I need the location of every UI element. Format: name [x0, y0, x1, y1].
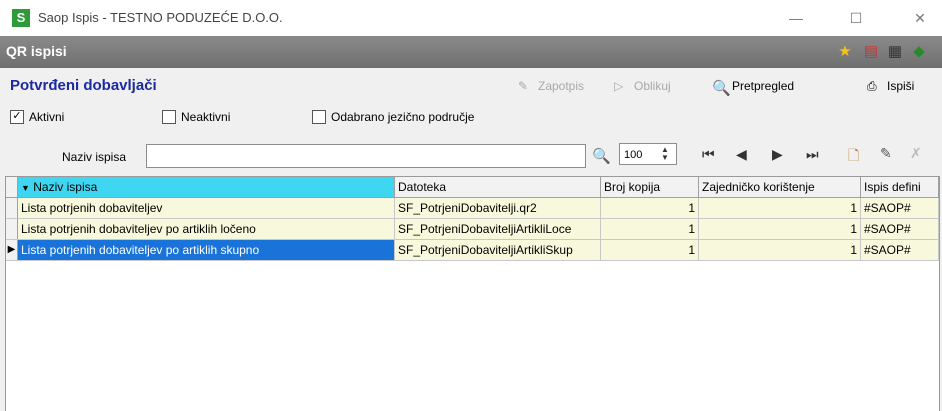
cell-name: Lista potrjenih dobaviteljev po artiklih… — [18, 219, 395, 239]
print-preview-icon: 🔍 — [712, 80, 731, 97]
new-record-icon[interactable]: 🗋 — [848, 145, 866, 163]
preview-button[interactable]: 🔍 Pretpregled — [712, 79, 795, 97]
sign-label: Zapotpis — [538, 79, 585, 93]
cell-name: Lista potrjenih dobaviteljev po artiklih… — [18, 240, 395, 260]
cell-shared: 1 — [699, 240, 861, 260]
cell-definition: #SAOP# — [861, 240, 939, 260]
row-indicator — [6, 198, 18, 218]
maximize-icon[interactable]: ☐ — [836, 6, 876, 30]
module-header: QR ispisi ★ ▤ ▦ ◆ — [0, 36, 942, 68]
cell-name: Lista potrjenih dobaviteljev — [18, 198, 395, 218]
table-row[interactable]: Lista potrjenih dobaviteljev SF_Potrjeni… — [6, 198, 939, 219]
language-label: Odabrano jezično područje — [331, 110, 475, 124]
cell-copies: 1 — [601, 240, 699, 260]
document-icon[interactable]: ▤ — [862, 43, 880, 61]
language-checkbox-box[interactable] — [312, 110, 326, 124]
column-header-shared[interactable]: Zajedničko korištenje — [699, 177, 861, 197]
sort-desc-icon: ▼ — [21, 183, 30, 193]
search-label: Naziv ispisa — [62, 150, 127, 164]
search-icon[interactable]: 🔍 — [592, 147, 611, 165]
minimize-icon[interactable]: — — [776, 6, 816, 30]
row-indicator — [6, 219, 18, 239]
inactive-label: Neaktivni — [181, 110, 231, 124]
section-title: Potvrđeni dobavljači — [10, 77, 157, 94]
sign-button[interactable]: ✎ Zapotpis — [518, 79, 584, 93]
cell-shared: 1 — [699, 219, 861, 239]
cell-definition: #SAOP# — [861, 198, 939, 218]
column-header-file[interactable]: Datoteka — [395, 177, 601, 197]
active-checkbox[interactable]: ✓ Aktivni — [10, 110, 64, 124]
cell-shared: 1 — [699, 198, 861, 218]
column-label-name: Naziv ispisa — [33, 180, 98, 194]
column-header-name[interactable]: ▼ Naziv ispisa — [18, 177, 395, 197]
active-label: Aktivni — [29, 110, 65, 124]
preview-label: Pretpregled — [732, 79, 795, 93]
edit-record-icon[interactable]: ✎ — [880, 145, 898, 163]
cell-copies: 1 — [601, 219, 699, 239]
module-title: QR ispisi — [6, 43, 67, 59]
next-record-icon[interactable]: ▶ — [772, 146, 783, 163]
reports-table: ▼ Naziv ispisa Datoteka Broj kopija Zaje… — [5, 176, 940, 411]
search-input[interactable] — [146, 144, 586, 168]
column-header-definition[interactable]: Ispis defini — [861, 177, 939, 197]
delete-record-icon[interactable]: ✗ — [910, 145, 928, 163]
inactive-checkbox[interactable]: Neaktivni — [162, 110, 230, 124]
zoom-spinner-icon[interactable]: ▲ ▼ — [661, 146, 673, 162]
current-row-arrow-icon: ▶ — [6, 240, 18, 260]
format-button[interactable]: ▷ Oblikuj — [614, 79, 671, 93]
title-bar: S Saop Ispis - TESTNO PODUZEĆE D.O.O. — … — [0, 0, 942, 36]
close-icon[interactable]: ✕ — [900, 6, 940, 30]
cell-file: SF_PotrjeniDobaviteljiArtikliSkup — [395, 240, 601, 260]
active-checkbox-box[interactable]: ✓ — [10, 110, 24, 124]
table-row-selected[interactable]: ▶ Lista potrjenih dobaviteljev po artikl… — [6, 240, 939, 261]
sign-icon: ✎ — [518, 79, 529, 93]
app-logo-icon: S — [12, 9, 30, 27]
last-record-icon[interactable]: ⏭ — [806, 146, 819, 163]
format-label: Oblikuj — [634, 79, 671, 93]
previous-record-icon[interactable]: ◀ — [736, 146, 747, 163]
inactive-checkbox-box[interactable] — [162, 110, 176, 124]
window-title: Saop Ispis - TESTNO PODUZEĆE D.O.O. — [38, 10, 283, 25]
cell-copies: 1 — [601, 198, 699, 218]
first-record-icon[interactable]: ⏮ — [702, 146, 715, 163]
language-checkbox[interactable]: Odabrano jezično područje — [312, 110, 474, 124]
favorite-star-icon[interactable]: ★ — [836, 43, 854, 61]
cell-file: SF_PotrjeniDobavitelji.qr2 — [395, 198, 601, 218]
row-indicator-header — [6, 177, 18, 197]
column-header-copies[interactable]: Broj kopija — [601, 177, 699, 197]
print-button[interactable]: ⎙ Ispiši — [867, 79, 914, 93]
database-icon[interactable]: ▦ — [886, 43, 904, 61]
cell-definition: #SAOP# — [861, 219, 939, 239]
table-header: ▼ Naziv ispisa Datoteka Broj kopija Zaje… — [6, 177, 939, 198]
book-icon[interactable]: ◆ — [910, 43, 928, 61]
format-icon: ▷ — [614, 79, 624, 93]
table-row[interactable]: Lista potrjenih dobaviteljev po artiklih… — [6, 219, 939, 240]
printer-icon: ⎙ — [867, 79, 877, 93]
cell-file: SF_PotrjeniDobaviteljiArtikliLoce — [395, 219, 601, 239]
print-label: Ispiši — [887, 79, 915, 93]
